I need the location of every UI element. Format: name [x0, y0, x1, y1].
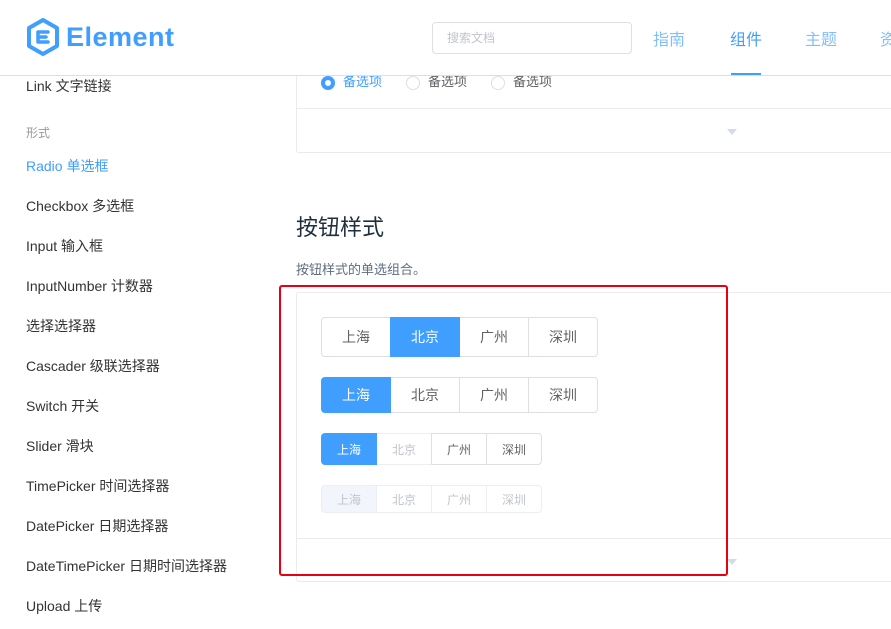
button-style-demo-block: 上海 北京 广州 深圳 上海 北京 广州 深圳 上海 北京 广州 深圳 上海 北… — [296, 292, 891, 582]
section-title: 按钮样式 — [296, 215, 385, 240]
radio-button-group-small: 上海 北京 广州 深圳 — [321, 433, 542, 465]
nav-components[interactable]: 组件 — [730, 26, 762, 50]
radio-button-shenzhen: 深圳 — [486, 485, 542, 513]
sidebar-item-inputnumber[interactable]: InputNumber 计数器 — [26, 276, 153, 296]
expand-code-caret-icon[interactable] — [727, 559, 737, 565]
sidebar-item-switch[interactable]: Switch 开关 — [26, 396, 99, 416]
search-input[interactable] — [432, 22, 632, 54]
demo-divider — [297, 538, 891, 539]
radio-button-group-default: 上海 北京 广州 深圳 — [321, 317, 598, 357]
sidebar-item-datepicker[interactable]: DatePicker 日期选择器 — [26, 516, 168, 536]
radio-button-beijing[interactable]: 北京 — [390, 317, 460, 357]
radio-button-shenzhen[interactable]: 深圳 — [486, 433, 542, 465]
top-header: Element 指南 组件 主题 资 — [0, 0, 891, 76]
radio-button-shenzhen[interactable]: 深圳 — [528, 317, 598, 357]
radio-button-guangzhou: 广州 — [431, 485, 487, 513]
radio-button-shanghai[interactable]: 上海 — [321, 433, 377, 465]
radio-button-shanghai: 上海 — [321, 485, 377, 513]
sidebar-item-cascader[interactable]: Cascader 级联选择器 — [26, 356, 160, 376]
sidebar-item-link[interactable]: Link 文字链接 — [26, 76, 112, 96]
radio-button-guangzhou[interactable]: 广州 — [459, 377, 529, 413]
radio-button-beijing[interactable]: 北京 — [390, 377, 460, 413]
logo-text: Element — [66, 21, 175, 52]
radio-unchecked-icon — [406, 75, 421, 90]
nav-guide[interactable]: 指南 — [653, 26, 685, 50]
radio-button-guangzhou[interactable]: 广州 — [431, 433, 487, 465]
radio-button-shenzhen[interactable]: 深圳 — [528, 377, 598, 413]
nav-resources[interactable]: 资 — [880, 26, 891, 50]
sidebar-item-upload[interactable]: Upload 上传 — [26, 596, 102, 616]
expand-code-caret-icon[interactable] — [727, 129, 737, 135]
sidebar-item-input[interactable]: Input 输入框 — [26, 236, 103, 256]
radio-button-beijing: 北京 — [376, 433, 432, 465]
radio-button-beijing: 北京 — [376, 485, 432, 513]
demo-divider — [297, 108, 891, 109]
radio-checked-icon — [321, 75, 335, 90]
sidebar-item-checkbox[interactable]: Checkbox 多选框 — [26, 196, 134, 216]
sidebar-item-timepicker[interactable]: TimePicker 时间选择器 — [26, 476, 169, 496]
sidebar-item-slider[interactable]: Slider 滑块 — [26, 436, 94, 456]
sidebar: Link 文字链接 形式 Radio 单选框 Checkbox 多选框 Inpu… — [0, 76, 270, 629]
sidebar-group-label: 形式 — [26, 126, 51, 140]
radio-unchecked-icon — [491, 75, 506, 90]
sidebar-item-select[interactable]: 选择选择器 — [26, 316, 96, 336]
element-logo-icon — [27, 18, 59, 56]
element-logo[interactable]: Element — [26, 18, 175, 56]
section-description: 按钮样式的单选组合。 — [296, 262, 427, 277]
radio-button-group-mini: 上海 北京 广州 深圳 — [321, 485, 542, 513]
sidebar-item-radio[interactable]: Radio 单选框 — [26, 156, 108, 176]
nav-active-indicator — [731, 73, 761, 75]
radio-button-shanghai[interactable]: 上海 — [321, 377, 391, 413]
sidebar-item-datetimepicker[interactable]: DateTimePicker 日期时间选择器 — [26, 556, 227, 576]
radio-button-shanghai[interactable]: 上海 — [321, 317, 391, 357]
radio-button-group-medium: 上海 北京 广州 深圳 — [321, 377, 598, 413]
radio-button-guangzhou[interactable]: 广州 — [459, 317, 529, 357]
nav-theme[interactable]: 主题 — [805, 26, 837, 50]
